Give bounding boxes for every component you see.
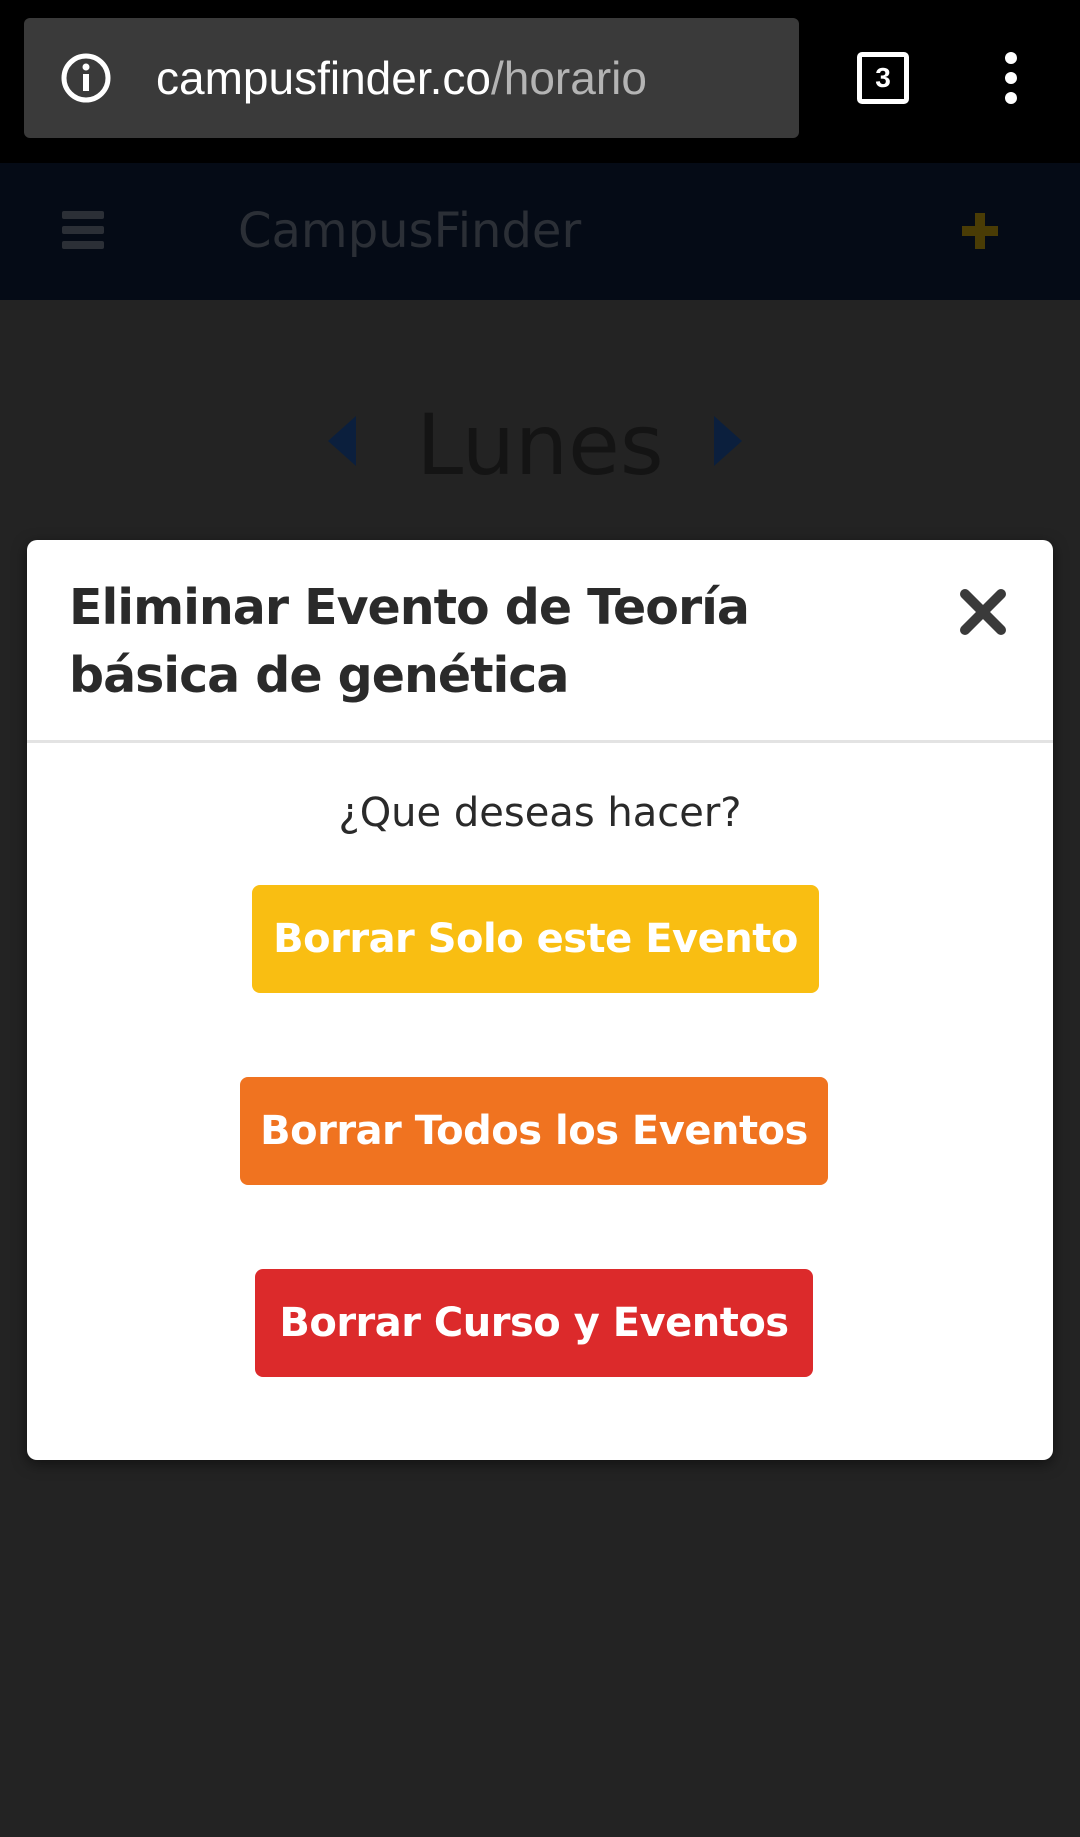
delete-event-modal: Eliminar Evento de Teoría básica de gené… (27, 540, 1053, 1460)
delete-all-events-button[interactable]: Borrar Todos los Eventos (240, 1077, 828, 1185)
day-navigation: Lunes (0, 390, 1080, 500)
modal-title: Eliminar Evento de Teoría básica de gené… (69, 579, 750, 704)
modal-question: ¿Que deseas hacer? (338, 790, 742, 836)
delete-course-and-events-button[interactable]: Borrar Curso y Eventos (255, 1269, 813, 1377)
day-label: Lunes (416, 396, 664, 494)
modal-header: Eliminar Evento de Teoría básica de gené… (27, 540, 1053, 743)
hamburger-menu-icon[interactable] (62, 211, 104, 249)
overflow-menu-icon[interactable] (993, 52, 1029, 108)
close-icon[interactable] (955, 584, 1011, 640)
url-host: campusfinder.co (156, 52, 491, 104)
add-icon[interactable] (960, 211, 1000, 251)
info-icon[interactable] (60, 52, 112, 104)
app-navbar: CampusFinder (0, 163, 1080, 300)
app-brand: CampusFinder (238, 203, 582, 259)
url-text[interactable]: campusfinder.co/horario (156, 18, 647, 138)
url-path: /horario (490, 52, 647, 104)
tab-switcher-button[interactable]: 3 (857, 52, 909, 104)
delete-single-event-button[interactable]: Borrar Solo este Evento (252, 885, 819, 993)
browser-toolbar: campusfinder.co/horario 3 (0, 0, 1080, 163)
next-day-icon[interactable] (714, 416, 742, 466)
address-bar[interactable]: campusfinder.co/horario (24, 18, 799, 138)
